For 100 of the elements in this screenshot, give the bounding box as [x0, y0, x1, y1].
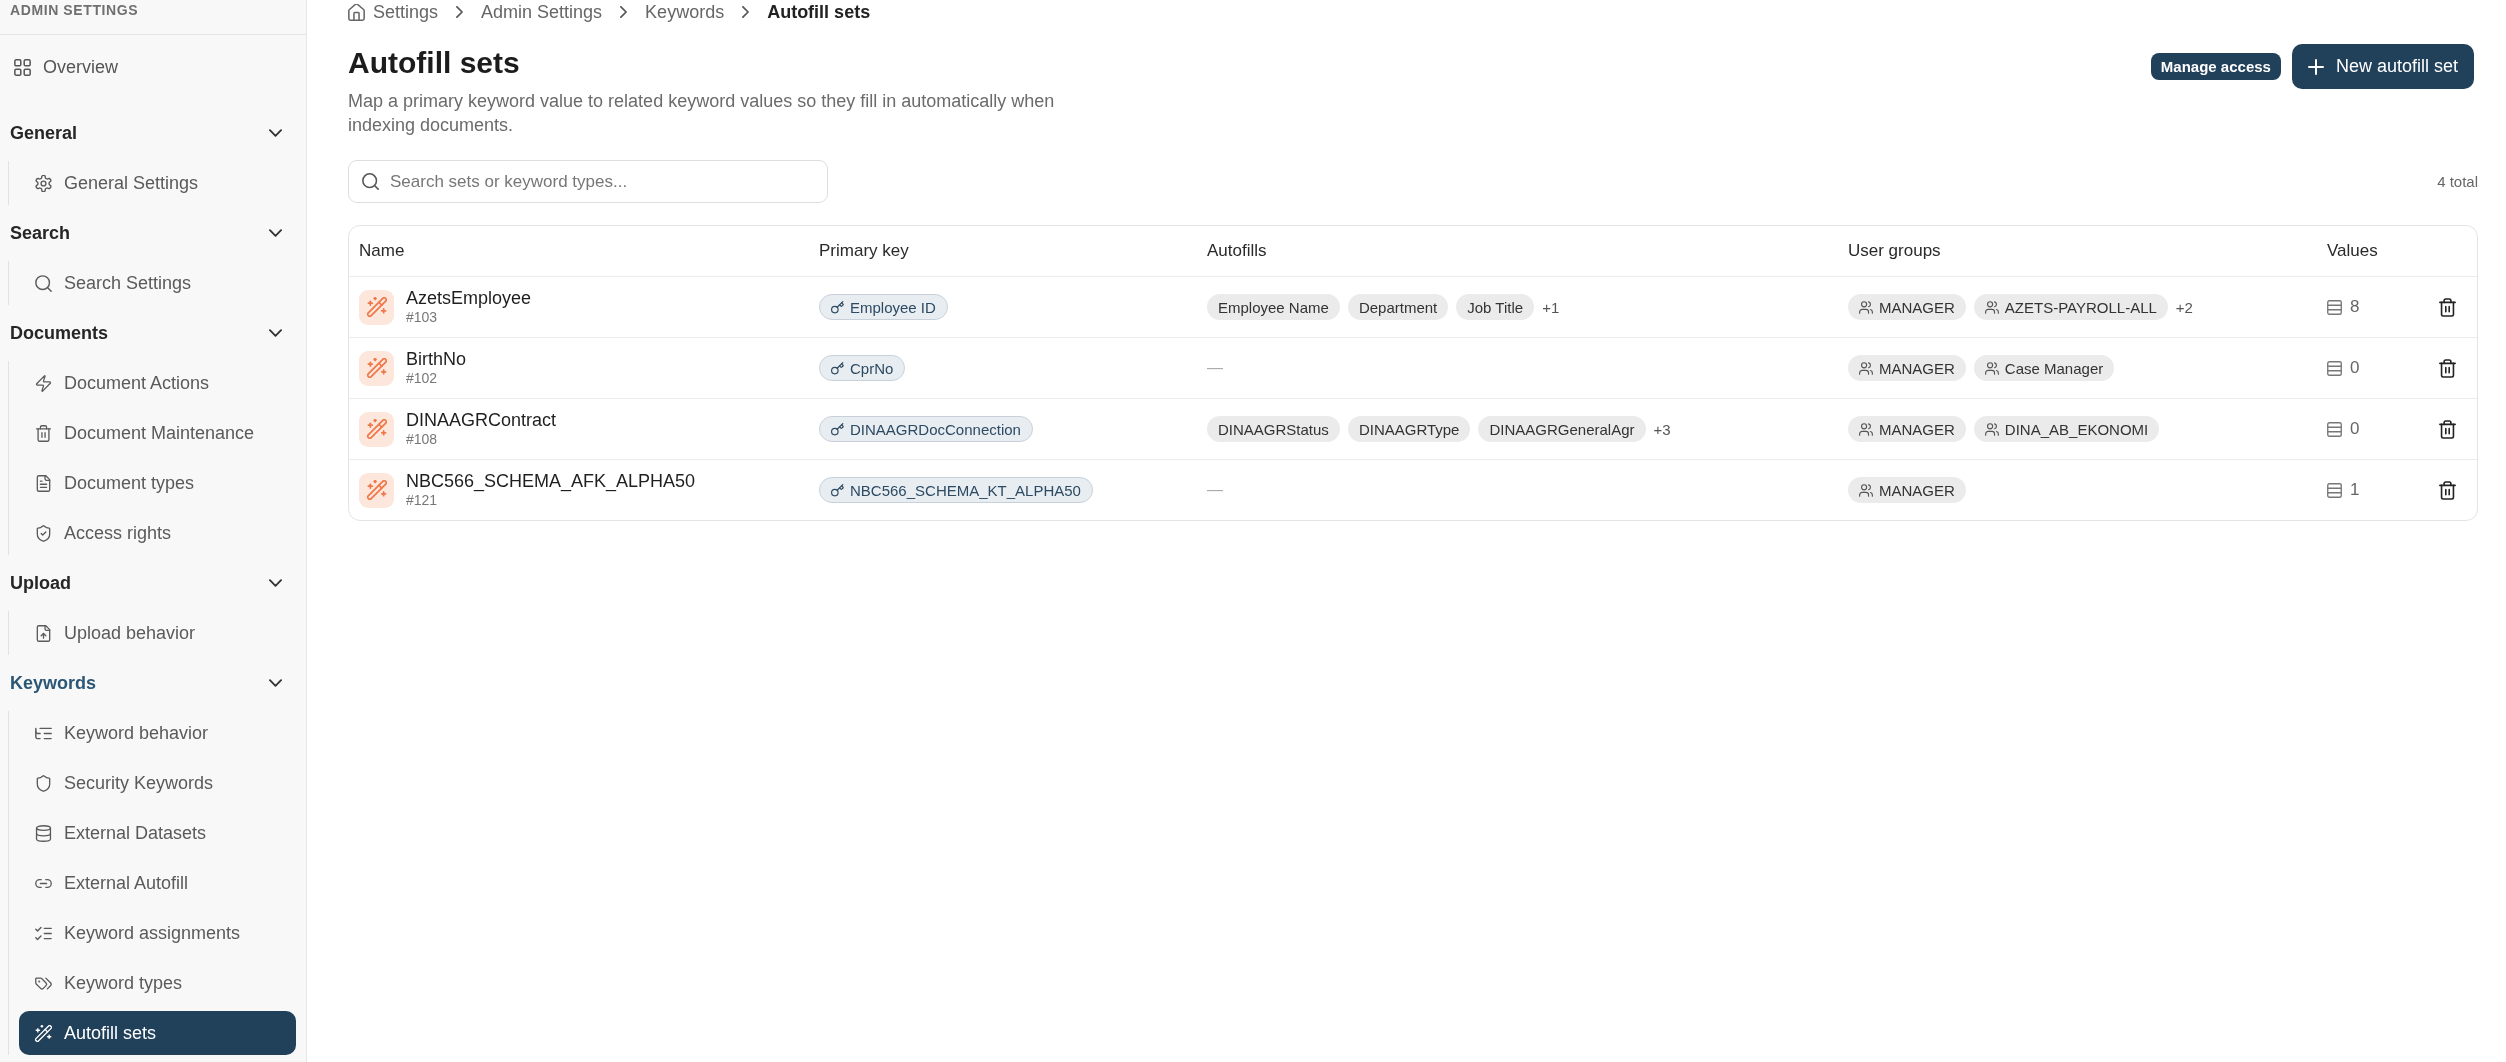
user-group-label: Case Manager	[2004, 359, 2104, 377]
set-id: #102	[406, 370, 439, 387]
chevron-right-icon	[620, 6, 628, 18]
more-count: +3	[1653, 420, 1671, 438]
gear-icon	[35, 174, 52, 192]
trash-icon	[35, 424, 52, 442]
search-icon	[35, 274, 52, 292]
user-group-label: MANAGER	[1879, 298, 1955, 316]
column-header: Name	[359, 241, 405, 261]
table-icon	[2327, 421, 2342, 437]
trash-icon[interactable]	[2438, 419, 2456, 439]
document-icon	[35, 474, 52, 492]
column-header: Primary key	[819, 241, 909, 261]
wand-icon	[359, 289, 394, 325]
values-count: 0	[2350, 358, 2360, 378]
set-id: #121	[406, 492, 439, 509]
sidebar-item[interactable]: Overview	[0, 45, 296, 89]
users-icon	[1859, 483, 1873, 497]
checklist-icon	[35, 924, 52, 942]
primary-key-label: NBC566_SCHEMA_KT_ALPHA50	[850, 481, 1081, 499]
sidebar-item[interactable]: Access rights	[19, 511, 296, 555]
more-count: +2	[2175, 298, 2193, 316]
set-name: BirthNo	[406, 349, 467, 370]
autofill-tag: DINAAGRGeneralAgr	[1478, 416, 1646, 442]
sidebar-item[interactable]: General Settings	[19, 161, 296, 205]
sidebar-item[interactable]: Keyword behavior	[19, 711, 296, 755]
sidebar-section-header[interactable]: Search	[0, 211, 296, 255]
sidebar-item[interactable]: Keyword assignments	[19, 911, 296, 955]
sidebar-item[interactable]: Document types	[19, 461, 296, 505]
autofill-tag: Department	[1347, 294, 1449, 320]
users-icon	[1859, 300, 1873, 314]
more-count: +1	[1542, 298, 1560, 316]
user-group-label: MANAGER	[1879, 359, 1955, 377]
autofill-tag: Employee Name	[1207, 294, 1340, 320]
table-icon	[2327, 299, 2342, 315]
breadcrumb-link[interactable]: Keywords	[645, 1, 725, 23]
shield-icon	[35, 774, 52, 792]
user-group-label: AZETS-PAYROLL-ALL	[2004, 298, 2157, 316]
set-id: #108	[406, 431, 439, 448]
column-header: Autofills	[1207, 241, 1267, 261]
key-icon	[831, 483, 844, 497]
sidebar-item[interactable]: Autofill sets	[19, 1011, 296, 1055]
sidebar-item[interactable]: Document Maintenance	[19, 411, 296, 455]
trash-icon[interactable]	[2438, 358, 2456, 378]
breadcrumb-link[interactable]: Admin Settings	[481, 1, 603, 23]
search-field[interactable]: Search sets or keyword types...	[348, 160, 828, 203]
key-icon	[831, 422, 844, 436]
sidebar-item[interactable]: Search Settings	[19, 261, 296, 305]
table-icon	[2327, 360, 2342, 376]
page-title: Autofill sets	[348, 45, 521, 81]
file-upload-icon	[35, 624, 52, 642]
trash-icon[interactable]	[2438, 480, 2456, 500]
values-count: 0	[2350, 419, 2360, 439]
autofill-tag: DINAAGRType	[1347, 416, 1471, 442]
wand-icon	[35, 1024, 52, 1042]
lightning-icon	[35, 374, 52, 392]
home-icon	[348, 3, 365, 21]
column-header: Values	[2327, 241, 2378, 261]
sidebar-item[interactable]: External Autofill	[19, 861, 296, 905]
shield-check-icon	[35, 524, 52, 542]
values-count: 8	[2350, 297, 2360, 317]
sidebar-item[interactable]: Document Actions	[19, 361, 296, 405]
chevron-right-icon	[456, 6, 464, 18]
key-icon	[831, 300, 844, 314]
sidebar-section-header[interactable]: Upload	[0, 561, 296, 605]
autofill-tag: DINAAGRStatus	[1207, 416, 1340, 442]
users-icon	[1859, 422, 1873, 436]
new-set-button[interactable]: New autofill set	[2291, 44, 2474, 89]
sidebar-section-header[interactable]: Documents	[0, 311, 296, 355]
sidebar-section-header[interactable]: General	[0, 111, 296, 155]
set-name: NBC566_SCHEMA_AFK_ALPHA50	[406, 471, 696, 492]
database-icon	[35, 824, 52, 842]
autofill-tag: Job Title	[1456, 294, 1535, 320]
user-group-label: MANAGER	[1879, 481, 1955, 499]
breadcrumb-current: Autofill sets	[767, 1, 871, 23]
wand-icon	[359, 411, 394, 447]
table-icon	[2327, 482, 2342, 498]
empty-value: —	[1207, 359, 1223, 377]
users-icon	[1984, 361, 1999, 375]
users-icon	[1859, 361, 1873, 375]
values-count: 1	[2350, 480, 2360, 500]
trash-icon[interactable]	[2438, 297, 2456, 317]
total-count: 4 total	[2437, 173, 2478, 190]
primary-key-label: DINAAGRDocConnection	[850, 420, 1021, 438]
set-name: DINAAGRContract	[406, 410, 557, 431]
breadcrumb-link[interactable]: Settings	[348, 1, 439, 23]
sidebar-item[interactable]: Security Keywords	[19, 761, 296, 805]
sidebar-item[interactable]: Keyword types	[19, 961, 296, 1005]
primary-key-label: CprNo	[850, 359, 894, 377]
key-icon	[831, 361, 844, 375]
dashboard-icon	[14, 58, 31, 76]
sidebar-item[interactable]: Upload behavior	[19, 611, 296, 655]
manage-access-button[interactable]: Manage access	[2150, 53, 2281, 80]
wand-icon	[359, 472, 394, 508]
set-id: #103	[406, 309, 439, 326]
sidebar-item[interactable]: External Datasets	[19, 811, 296, 855]
user-group-label: DINA_AB_EKONOMI	[2004, 420, 2149, 438]
sidebar-section-header[interactable]: Keywords	[0, 661, 296, 705]
chevron-right-icon	[742, 6, 750, 18]
primary-key-label: Employee ID	[850, 298, 936, 316]
